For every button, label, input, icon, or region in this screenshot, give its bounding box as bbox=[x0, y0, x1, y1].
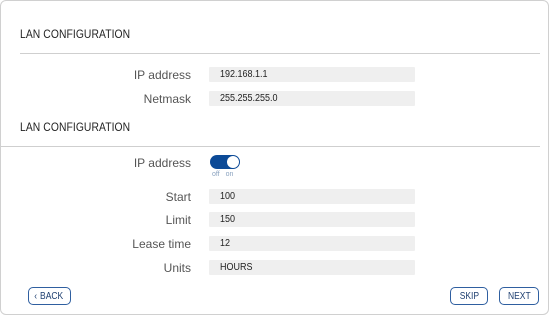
dhcp-toggle-switch[interactable] bbox=[210, 155, 240, 169]
limit-label: Limit bbox=[165, 213, 191, 227]
netmask-field[interactable]: 255.255.255.0 bbox=[209, 91, 415, 106]
limit-field[interactable]: 150 bbox=[209, 212, 415, 227]
wizard-panel: LAN CONFIGURATION IP address 192.168.1.1… bbox=[0, 0, 549, 315]
dhcp-toggle-label: IP address bbox=[133, 156, 191, 170]
section-divider bbox=[1, 146, 540, 147]
units-select[interactable]: HOURS bbox=[209, 260, 415, 275]
start-label: Start bbox=[165, 190, 191, 204]
netmask-label: Netmask bbox=[143, 92, 191, 106]
section-divider bbox=[20, 53, 540, 54]
lease-time-field[interactable]: 12 bbox=[209, 236, 415, 251]
back-button[interactable]: ‹ BACK bbox=[28, 287, 71, 305]
ip-address-label: IP address bbox=[133, 68, 191, 82]
toggle-knob bbox=[227, 156, 239, 168]
toggle-state-labels: off on bbox=[212, 171, 239, 178]
section-title-lan: LAN CONFIGURATION bbox=[20, 27, 131, 41]
start-field[interactable]: 100 bbox=[209, 189, 415, 204]
skip-button[interactable]: SKIP bbox=[450, 287, 488, 305]
toggle-off-label: off bbox=[212, 171, 220, 178]
toggle-on-label: on bbox=[225, 171, 234, 178]
lease-time-label: Lease time bbox=[132, 237, 191, 251]
next-button[interactable]: NEXT bbox=[499, 287, 539, 305]
ip-address-field[interactable]: 192.168.1.1 bbox=[209, 67, 415, 82]
chevron-left-icon: ‹ bbox=[34, 291, 38, 302]
units-label: Units bbox=[163, 261, 191, 275]
section-title-dhcp: LAN CONFIGURATION bbox=[20, 120, 131, 134]
